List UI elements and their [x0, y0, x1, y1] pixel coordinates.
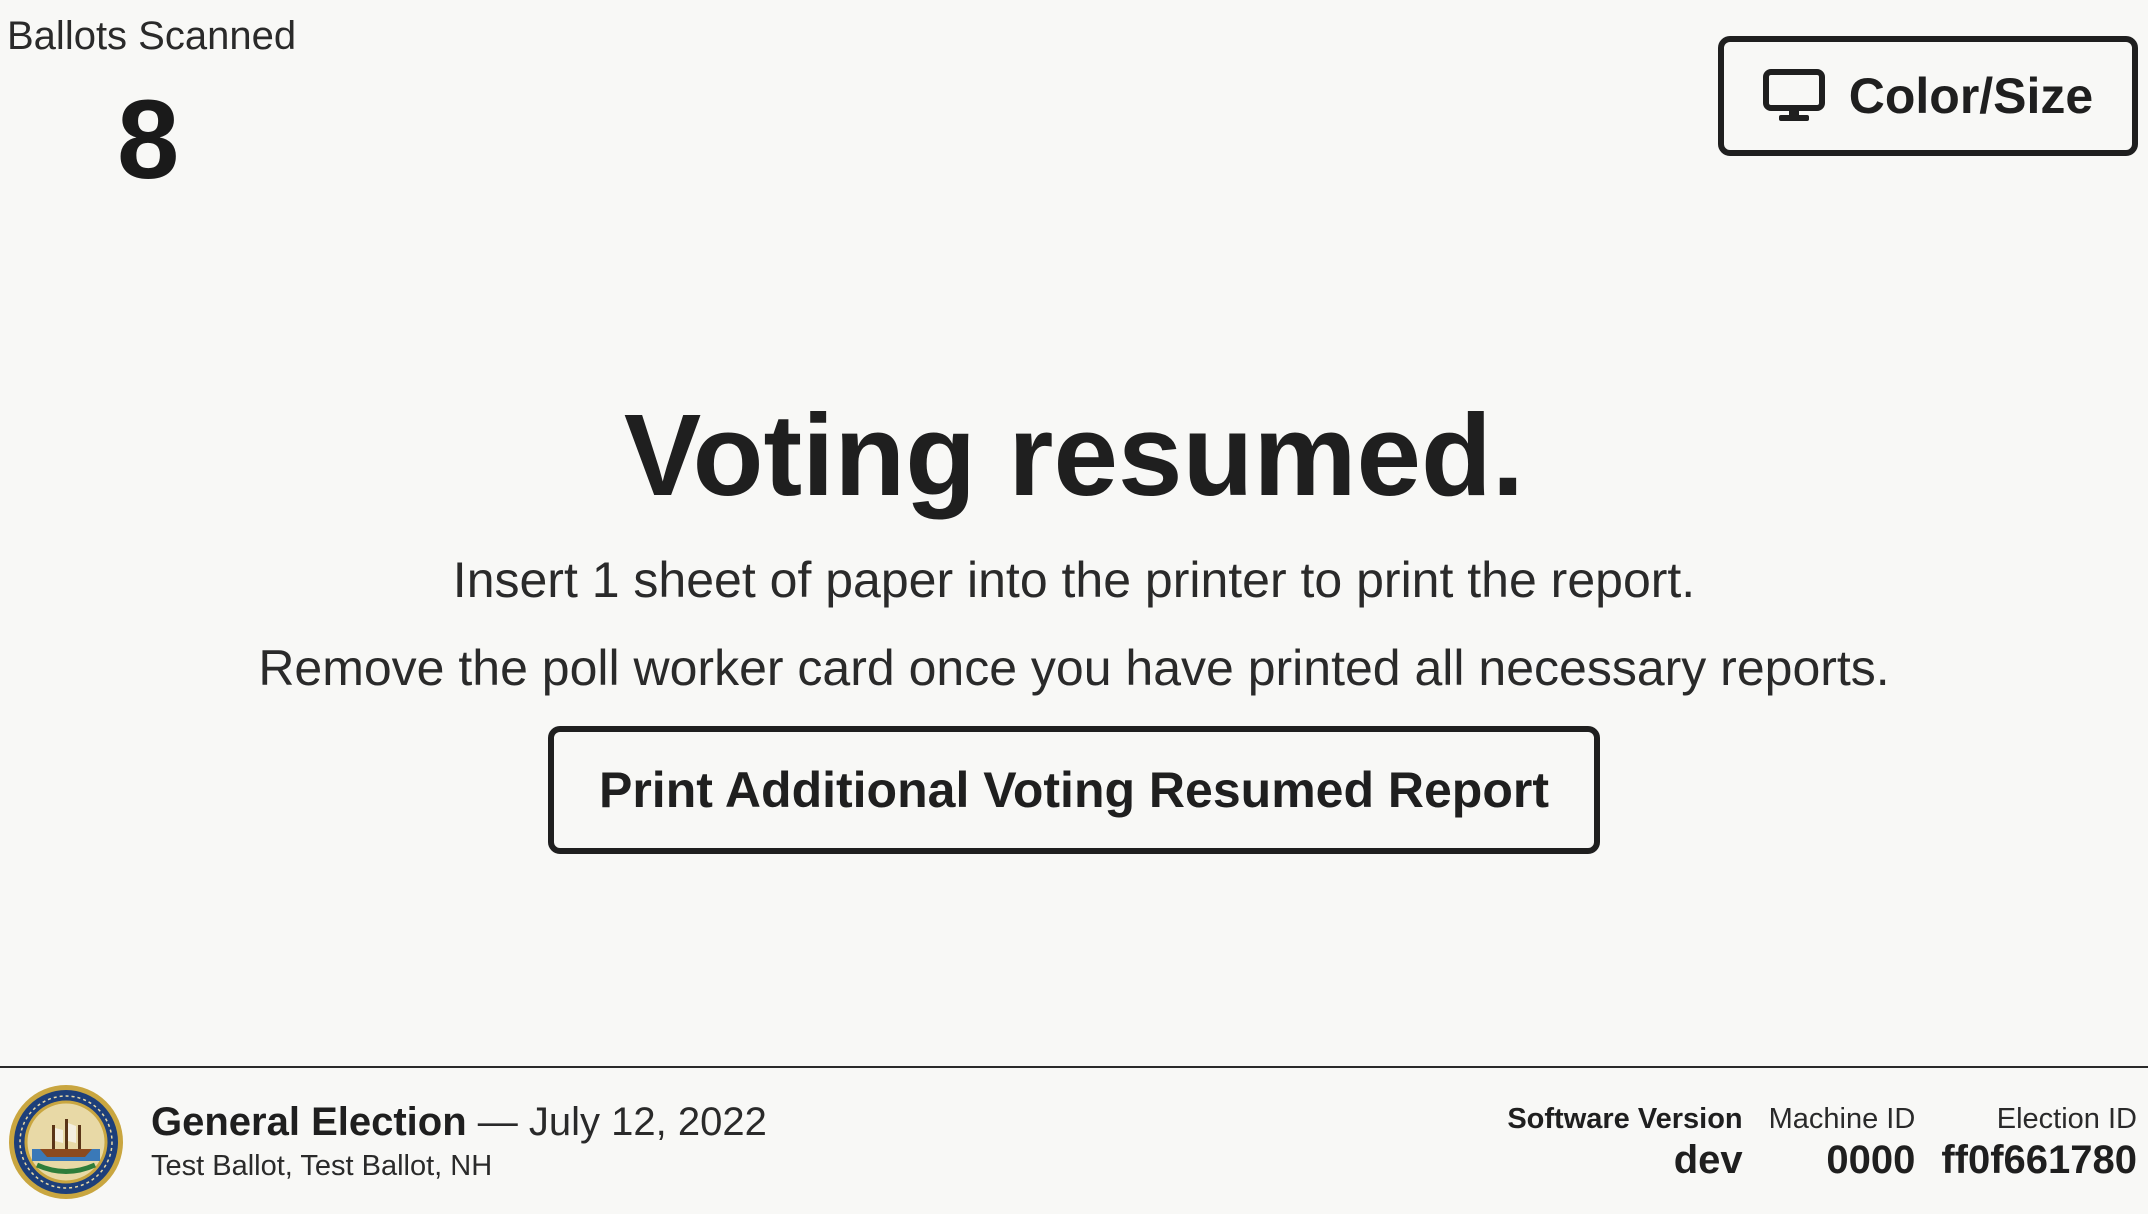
- print-instruction: Insert 1 sheet of paper into the printer…: [452, 552, 1696, 608]
- monitor-icon: [1762, 69, 1825, 123]
- software-version-label: Software Version: [1507, 1103, 1743, 1135]
- election-id-value: ff0f661780: [1941, 1138, 2137, 1182]
- election-separator: —: [477, 1100, 518, 1144]
- page-title: Voting resumed.: [623, 390, 1525, 520]
- election-info: General Election — July 12, 2022 Test Ba…: [151, 1098, 767, 1184]
- machine-metadata: Software Version dev Machine ID 0000 Ele…: [1507, 1102, 2137, 1184]
- election-date: July 12, 2022: [528, 1100, 767, 1144]
- color-size-label: Color/Size: [1848, 68, 2094, 124]
- election-heading: General Election — July 12, 2022: [151, 1098, 767, 1146]
- scanner-screen: Ballots Scanned 8 Color/Size Voting resu…: [0, 0, 2148, 1214]
- ballots-scanned-count: 8: [117, 77, 180, 202]
- color-size-button[interactable]: Color/Size: [1718, 36, 2138, 156]
- software-version: Software Version dev: [1507, 1102, 1742, 1184]
- election-title: General Election: [151, 1100, 467, 1144]
- remove-card-instruction: Remove the poll worker card once you hav…: [258, 640, 1890, 696]
- machine-id-label: Machine ID: [1768, 1103, 1916, 1135]
- ballots-scanned-label: Ballots Scanned: [7, 14, 297, 58]
- main-content: Voting resumed. Insert 1 sheet of paper …: [0, 390, 2148, 854]
- footer-bar: General Election — July 12, 2022 Test Ba…: [0, 1066, 2148, 1214]
- software-version-value: dev: [1673, 1138, 1743, 1182]
- state-seal-icon: [7, 1083, 125, 1201]
- election-id: Election ID ff0f661780: [1941, 1102, 2137, 1184]
- machine-id: Machine ID 0000: [1769, 1102, 1916, 1184]
- election-subtitle: Test Ballot, Test Ballot, NH: [151, 1150, 493, 1182]
- election-id-label: Election ID: [1996, 1103, 2137, 1135]
- ballots-scanned-counter: Ballots Scanned 8: [7, 12, 296, 200]
- print-additional-report-button[interactable]: Print Additional Voting Resumed Report: [548, 726, 1600, 854]
- machine-id-value: 0000: [1826, 1138, 1916, 1182]
